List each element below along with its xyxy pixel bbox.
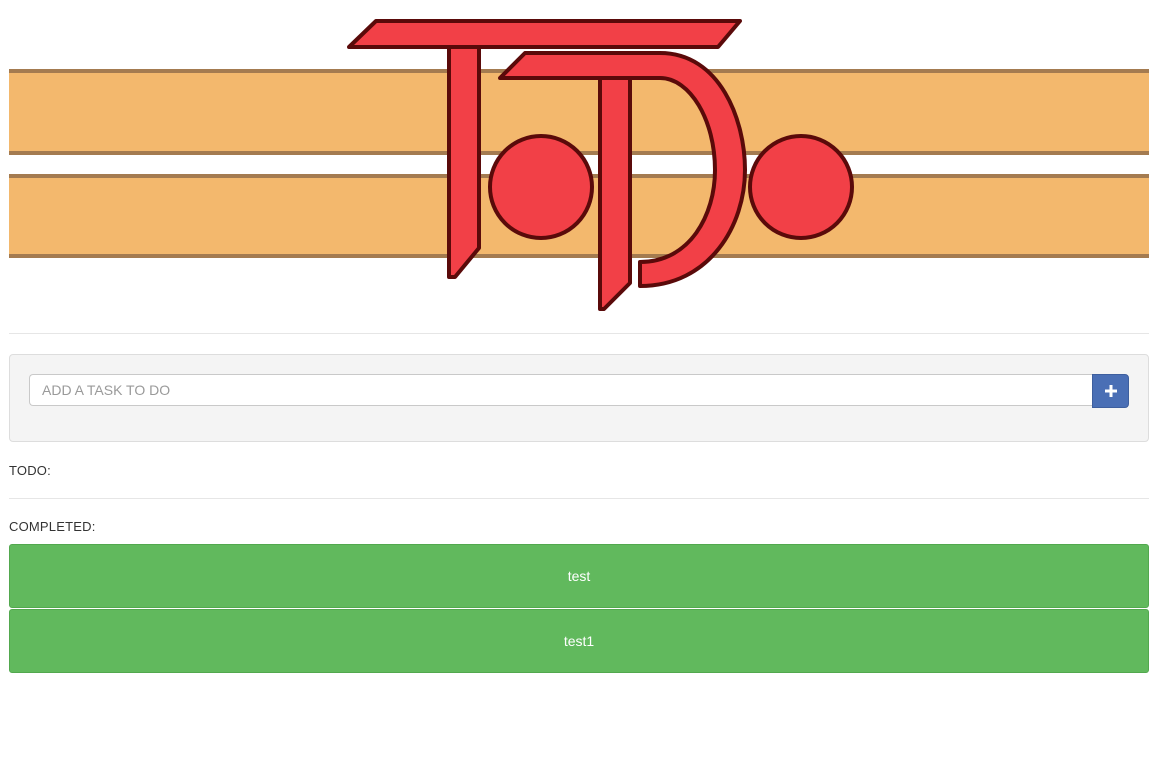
add-task-input[interactable]	[29, 374, 1092, 406]
todo-app: TODO: COMPLETED: test test1	[0, 0, 1162, 778]
header-divider	[9, 333, 1149, 334]
todo-logo	[9, 19, 1149, 311]
completed-task-item[interactable]: test	[9, 544, 1149, 608]
add-task-button[interactable]	[1092, 374, 1129, 408]
plus-icon	[1104, 385, 1117, 397]
completed-task-item[interactable]: test1	[9, 609, 1149, 673]
section-divider	[9, 498, 1149, 499]
logo-letters	[347, 19, 854, 311]
todo-section-label: TODO:	[9, 463, 51, 478]
completed-list: test test1	[9, 544, 1149, 674]
add-task-panel	[9, 354, 1149, 442]
completed-section-label: COMPLETED:	[9, 519, 96, 534]
